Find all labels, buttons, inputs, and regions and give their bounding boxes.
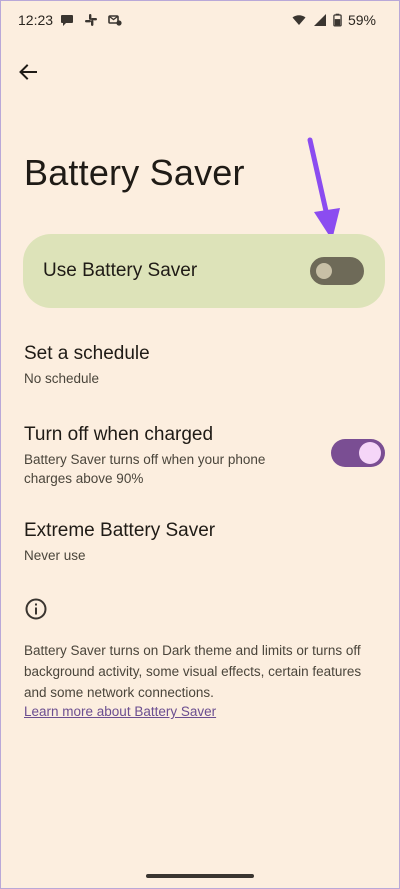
chat-bubble-icon: [61, 15, 73, 26]
status-bar: 12:23 59%: [0, 0, 400, 44]
battery-icon: [333, 13, 342, 27]
setting-summary: Battery Saver turns off when your phone …: [24, 452, 266, 486]
toggle-knob: [359, 442, 381, 464]
battery-percent: 59%: [347, 12, 376, 28]
signal-icon: [313, 14, 326, 26]
setting-summary: Never use: [24, 548, 86, 563]
setting-summary: No schedule: [24, 371, 100, 386]
gesture-navigation-bar[interactable]: [146, 874, 254, 878]
arrow-left-icon: [19, 64, 37, 80]
footer-description: Battery Saver turns on Dark theme and li…: [24, 643, 362, 700]
wifi-icon: [292, 15, 306, 25]
setting-title: Set a schedule: [24, 343, 150, 364]
notification-icons: [60, 13, 122, 27]
status-time: 12:23: [18, 12, 54, 28]
messenger-icon: [108, 15, 122, 26]
annotation-arrow-icon: [307, 137, 340, 240]
system-icons: 59%: [291, 12, 376, 28]
setting-title: Extreme Battery Saver: [24, 520, 216, 541]
back-button[interactable]: [12, 56, 44, 88]
turn-off-when-charged-toggle[interactable]: [331, 439, 385, 467]
info-icon: [25, 598, 47, 620]
use-battery-saver-toggle[interactable]: [310, 257, 364, 285]
toggle-knob: [316, 263, 332, 279]
page-title: Battery Saver: [24, 152, 245, 193]
use-battery-saver-card[interactable]: Use Battery Saver: [23, 234, 385, 308]
learn-more-link[interactable]: Learn more about Battery Saver: [24, 704, 216, 719]
use-battery-saver-label: Use Battery Saver: [43, 260, 198, 281]
slack-icon: [85, 14, 97, 26]
setting-title: Turn off when charged: [24, 424, 214, 445]
